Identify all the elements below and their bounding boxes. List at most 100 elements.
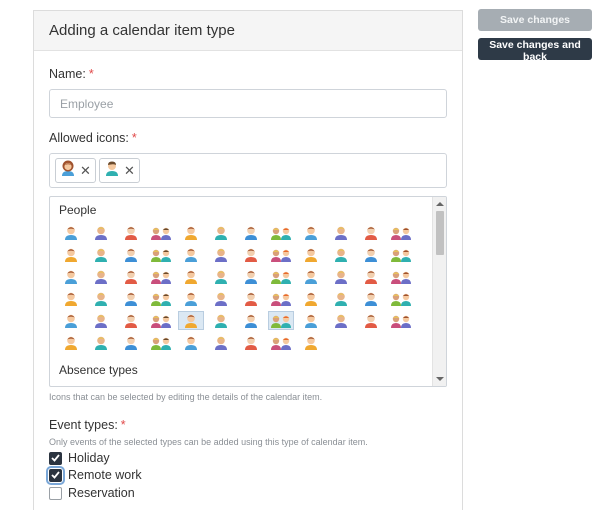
person-icon[interactable] <box>329 268 353 285</box>
person-icon[interactable] <box>209 290 233 307</box>
person-icon[interactable] <box>179 334 203 351</box>
person-icon[interactable] <box>329 246 353 263</box>
person-icon[interactable] <box>59 290 83 307</box>
person-icon[interactable] <box>119 334 143 351</box>
person-icon[interactable] <box>299 312 323 329</box>
person-icon[interactable] <box>359 312 383 329</box>
person-icon[interactable] <box>269 268 293 285</box>
person-icon[interactable] <box>239 312 263 329</box>
person-icon[interactable] <box>149 290 173 307</box>
person-icon[interactable] <box>299 290 323 307</box>
person-icon[interactable] <box>268 311 294 330</box>
person-icon[interactable] <box>209 312 233 329</box>
selected-icons-field[interactable]: ✕ ✕ <box>49 153 447 188</box>
person-icon[interactable] <box>359 290 383 307</box>
person-icon[interactable] <box>239 290 263 307</box>
person-icon[interactable] <box>239 246 263 263</box>
people-icon-grid <box>59 224 432 351</box>
person-icon[interactable] <box>89 290 113 307</box>
person-icon[interactable] <box>89 268 113 285</box>
event-types-label: Event types: * <box>49 418 126 432</box>
person-icon[interactable] <box>59 312 83 329</box>
person-icon[interactable] <box>209 334 233 351</box>
person-icon[interactable] <box>209 268 233 285</box>
name-input[interactable] <box>49 89 447 118</box>
person-icon[interactable] <box>389 290 413 307</box>
person-icon[interactable] <box>359 246 383 263</box>
scroll-thumb[interactable] <box>436 211 444 255</box>
person-icon[interactable] <box>239 334 263 351</box>
person-icon[interactable] <box>239 268 263 285</box>
required-marker: * <box>88 67 94 81</box>
person-icon[interactable] <box>179 246 203 263</box>
absence-type-icon[interactable] <box>149 384 173 386</box>
person-icon[interactable] <box>269 224 293 241</box>
person-icon[interactable] <box>329 290 353 307</box>
person-icon[interactable] <box>89 334 113 351</box>
selected-icon-chip: ✕ <box>99 158 140 183</box>
person-icon[interactable] <box>149 246 173 263</box>
absence-type-icon[interactable] <box>179 384 203 386</box>
person-icon[interactable] <box>59 246 83 263</box>
reservation-checkbox[interactable] <box>49 486 62 500</box>
holiday-checkbox[interactable] <box>49 451 62 465</box>
person-icon[interactable] <box>209 224 233 241</box>
person-icon[interactable] <box>119 312 143 329</box>
person-icon[interactable] <box>359 224 383 241</box>
scroll-down-arrow-icon[interactable] <box>436 377 444 381</box>
person-icon[interactable] <box>299 246 323 263</box>
person-icon[interactable] <box>329 224 353 241</box>
remove-icon-button[interactable]: ✕ <box>79 164 92 177</box>
absence-type-icon[interactable] <box>209 384 233 386</box>
person-icon[interactable] <box>269 334 293 351</box>
person-icon[interactable] <box>179 224 203 241</box>
person-icon[interactable] <box>59 268 83 285</box>
person-icon[interactable] <box>299 224 323 241</box>
icon-picker-scrollbar[interactable] <box>432 197 446 386</box>
person-icon[interactable] <box>119 246 143 263</box>
person-icon[interactable] <box>149 268 173 285</box>
person-icon[interactable] <box>239 224 263 241</box>
person-icon[interactable] <box>299 268 323 285</box>
person-icon[interactable] <box>389 224 413 241</box>
person-icon[interactable] <box>149 312 173 329</box>
person-icon[interactable] <box>389 246 413 263</box>
person-icon[interactable] <box>179 268 203 285</box>
person-icon[interactable] <box>119 224 143 241</box>
person-icon[interactable] <box>59 334 83 351</box>
person-icon[interactable] <box>149 334 173 351</box>
person-icon[interactable] <box>389 312 413 329</box>
event-type-holiday[interactable]: Holiday <box>49 451 110 465</box>
icon-picker[interactable]: People Absence types <box>49 196 447 387</box>
save-changes-button[interactable]: Save changes <box>478 9 592 31</box>
event-type-reservation[interactable]: Reservation <box>49 486 135 500</box>
man-employee-icon <box>104 160 120 182</box>
person-icon[interactable] <box>299 334 323 351</box>
person-icon[interactable] <box>89 224 113 241</box>
person-icon[interactable] <box>269 246 293 263</box>
person-icon[interactable] <box>179 290 203 307</box>
absence-type-icon[interactable] <box>119 384 143 386</box>
person-icon[interactable] <box>149 224 173 241</box>
scroll-up-arrow-icon[interactable] <box>436 202 444 206</box>
remote-work-checkbox[interactable] <box>46 465 65 485</box>
person-icon[interactable] <box>389 268 413 285</box>
absence-type-icon[interactable] <box>89 384 113 386</box>
absence-type-icon[interactable] <box>269 384 293 386</box>
person-icon[interactable] <box>119 268 143 285</box>
person-icon[interactable] <box>119 290 143 307</box>
person-icon[interactable] <box>359 268 383 285</box>
absence-type-icon[interactable] <box>59 384 83 386</box>
person-icon[interactable] <box>178 311 204 330</box>
absence-type-icon[interactable] <box>239 384 263 386</box>
person-icon[interactable] <box>59 224 83 241</box>
person-icon[interactable] <box>89 246 113 263</box>
save-changes-and-back-button[interactable]: Save changes and back <box>478 38 592 63</box>
person-icon[interactable] <box>269 290 293 307</box>
person-icon[interactable] <box>329 312 353 329</box>
person-icon[interactable] <box>209 246 233 263</box>
person-icon[interactable] <box>89 312 113 329</box>
remove-icon-button[interactable]: ✕ <box>123 164 136 177</box>
allowed-icons-label-text: Allowed icons: <box>49 131 129 145</box>
event-type-remote-work[interactable]: Remote work <box>46 465 142 485</box>
